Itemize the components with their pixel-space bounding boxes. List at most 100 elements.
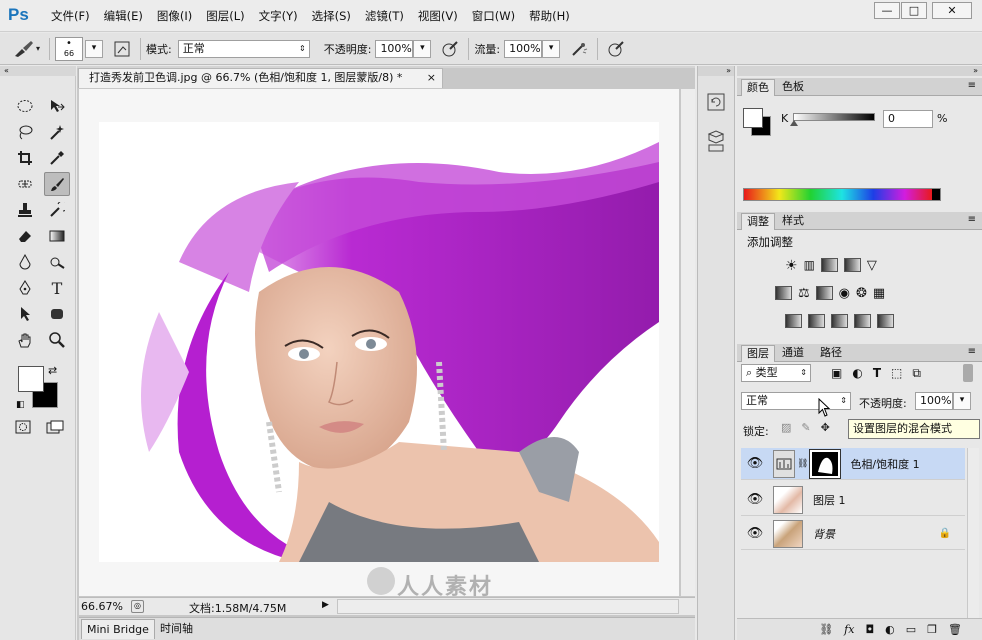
opacity-dropdown[interactable]: ▾ — [413, 39, 432, 58]
menu-layer[interactable]: 图层(L) — [199, 8, 251, 24]
tab-timeline[interactable]: 时间轴 — [155, 619, 198, 639]
color-lookup-icon[interactable]: ▦ — [873, 286, 885, 301]
tab-color[interactable]: 颜色 — [741, 79, 775, 96]
menu-edit[interactable]: 编辑(E) — [97, 8, 150, 24]
layer-mask-thumbnail[interactable] — [809, 448, 842, 479]
zoom-level[interactable]: 66.67% — [81, 600, 123, 613]
gradient-tool-icon[interactable] — [44, 224, 70, 248]
canvas[interactable]: 人人素材 — [79, 89, 679, 600]
layer-opacity-field[interactable]: 100% — [915, 392, 953, 410]
visibility-eye-icon[interactable]: 👁 — [741, 526, 769, 541]
k-slider-thumb[interactable] — [790, 120, 798, 126]
tab-paths[interactable]: 路径 — [815, 345, 847, 362]
document-tab-close-icon[interactable]: × — [427, 69, 436, 87]
menu-filter[interactable]: 滤镜(T) — [358, 8, 411, 24]
k-slider-track[interactable] — [790, 113, 875, 126]
blur-tool-icon[interactable] — [12, 250, 38, 274]
dock-collapse-icon[interactable]: » — [698, 66, 734, 76]
tab-adjustments[interactable]: 调整 — [741, 213, 775, 230]
type-tool-icon[interactable]: T — [44, 276, 70, 300]
threshold-icon[interactable] — [831, 314, 848, 328]
mask-link-icon[interactable]: ⛓ — [797, 459, 808, 469]
new-adjustment-icon[interactable]: ◐ — [885, 623, 895, 636]
pressure-opacity-icon[interactable] — [437, 37, 463, 61]
filter-toggle[interactable] — [963, 364, 973, 382]
eraser-tool-icon[interactable] — [12, 224, 38, 248]
gradient-map-icon[interactable] — [854, 314, 871, 328]
eyedropper-tool-icon[interactable] — [44, 146, 70, 170]
opacity-field[interactable]: 100% — [375, 39, 414, 58]
brush-size-picker[interactable]: • 66 — [55, 36, 83, 61]
layers-scrollbar[interactable] — [967, 448, 979, 618]
menu-window[interactable]: 窗口(W) — [465, 8, 522, 24]
invert-icon[interactable] — [785, 314, 802, 328]
k-value-field[interactable]: 0 — [883, 110, 933, 128]
quick-mask-icon[interactable] — [15, 420, 31, 437]
layer-style-icon[interactable]: fx — [844, 623, 854, 636]
visibility-eye-icon[interactable]: 👁 — [741, 456, 769, 471]
flow-dropdown[interactable]: ▾ — [542, 39, 561, 58]
healing-brush-tool-icon[interactable] — [12, 172, 38, 196]
color-fg-swatch[interactable] — [743, 108, 763, 128]
filter-pixel-icon[interactable]: ▣ — [831, 366, 842, 381]
brush-preset-icon[interactable]: ▾ — [8, 37, 44, 61]
levels-icon[interactable]: ▥ — [804, 258, 815, 274]
pen-tool-icon[interactable] — [12, 276, 38, 300]
menu-file[interactable]: 文件(F) — [44, 8, 97, 24]
curves-icon[interactable] — [820, 258, 838, 272]
menu-type[interactable]: 文字(Y) — [252, 8, 305, 24]
tools-collapse-icon[interactable]: « — [0, 66, 76, 76]
menu-image[interactable]: 图像(I) — [150, 8, 199, 24]
exposure-icon[interactable] — [843, 258, 861, 272]
layer-row-background[interactable]: 👁 背景 🔒 — [741, 518, 965, 550]
menu-help[interactable]: 帮助(H) — [522, 8, 577, 24]
move-tool-icon[interactable] — [44, 94, 70, 118]
lock-position-icon[interactable]: ✥ — [821, 421, 830, 434]
document-tab[interactable]: 打造秀发前卫色调.jpg @ 66.7% (色相/饱和度 1, 图层蒙版/8) … — [78, 68, 443, 88]
horizontal-scrollbar[interactable] — [337, 599, 679, 614]
filter-shape-icon[interactable]: ⬚ — [891, 366, 902, 381]
maximize-button[interactable]: □ — [901, 2, 927, 19]
history-brush-tool-icon[interactable] — [44, 198, 70, 222]
default-colors-icon[interactable]: ◧ — [16, 400, 25, 410]
right-collapse-icon[interactable]: » — [737, 66, 982, 76]
visibility-eye-icon[interactable]: 👁 — [741, 492, 769, 507]
flow-field[interactable]: 100% — [504, 39, 543, 58]
tab-layers[interactable]: 图层 — [741, 345, 775, 362]
selective-color-icon[interactable] — [877, 314, 894, 328]
vibrance-icon[interactable]: ▽ — [867, 258, 877, 274]
mode-select[interactable]: 正常 ⇕ — [177, 39, 310, 58]
pressure-size-icon[interactable] — [603, 37, 629, 61]
layer-row-layer1[interactable]: 👁 图层 1 — [741, 484, 965, 516]
status-menu-icon[interactable]: ◎ — [131, 600, 144, 613]
minimize-button[interactable]: — — [874, 2, 900, 19]
airbrush-icon[interactable] — [566, 37, 592, 61]
new-layer-icon[interactable]: ❐ — [927, 623, 937, 636]
layer-row-hue-saturation[interactable]: 👁 ⛓ 色相/饱和度 1 — [741, 448, 965, 480]
blend-mode-select[interactable]: 正常 ⇕ — [741, 392, 851, 410]
photo-filter-icon[interactable]: ◉ — [839, 286, 850, 301]
lock-pixels-icon[interactable]: ✎ — [801, 421, 810, 434]
layer-filter-select[interactable]: ⌕ 类型 ⇕ — [741, 364, 811, 382]
tab-styles[interactable]: 样式 — [777, 213, 809, 230]
layers-panel-menu-icon[interactable]: ≡ — [968, 346, 976, 357]
delete-layer-icon[interactable]: 🗑 — [948, 623, 962, 636]
hue-saturation-icon[interactable] — [775, 286, 792, 300]
menu-view[interactable]: 视图(V) — [411, 8, 465, 24]
posterize-icon[interactable] — [808, 314, 825, 328]
black-white-icon[interactable] — [815, 286, 833, 300]
lock-transparent-icon[interactable]: ▨ — [781, 421, 791, 434]
dodge-tool-icon[interactable] — [44, 250, 70, 274]
filter-type-icon[interactable]: T — [873, 366, 881, 381]
color-balance-icon[interactable]: ⚖ — [798, 286, 810, 301]
color-spectrum-bar[interactable] — [743, 188, 941, 201]
menu-select[interactable]: 选择(S) — [305, 8, 358, 24]
add-mask-icon[interactable]: ◘ — [865, 623, 874, 636]
layer-opacity-dropdown[interactable]: ▾ — [953, 392, 971, 410]
history-panel-icon[interactable] — [706, 92, 726, 115]
color-panel-menu-icon[interactable]: ≡ — [968, 80, 976, 91]
tab-mini-bridge[interactable]: Mini Bridge — [81, 619, 155, 639]
filter-smart-object-icon[interactable]: ⧉ — [912, 366, 921, 381]
brush-size-dropdown[interactable]: ▾ — [85, 39, 103, 58]
magic-wand-tool-icon[interactable] — [44, 120, 70, 144]
